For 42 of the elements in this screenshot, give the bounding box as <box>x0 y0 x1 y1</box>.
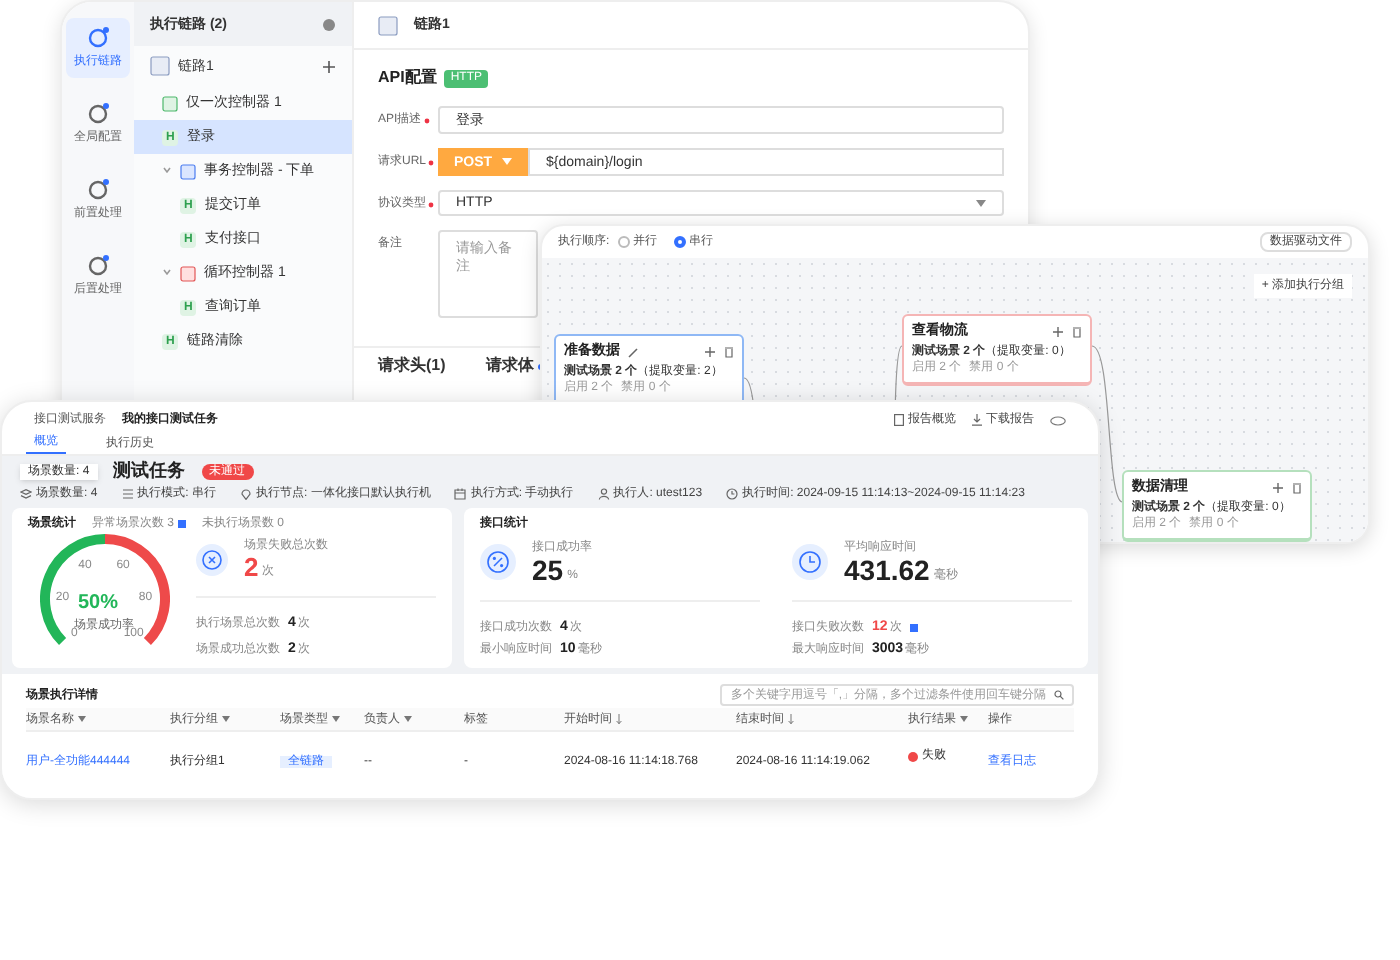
trash-icon[interactable] <box>1292 482 1302 495</box>
gauge-value: 50% <box>78 592 119 616</box>
filter-icon[interactable] <box>78 715 86 723</box>
clock-icon <box>726 488 739 500</box>
stat-value: 25 <box>532 556 564 584</box>
calendar-icon <box>454 488 467 500</box>
controller-icon <box>162 95 178 111</box>
request-tab[interactable]: 请求头(1) <box>378 356 446 376</box>
controller-icon <box>180 265 196 281</box>
error-icon <box>908 751 918 761</box>
caret-icon <box>976 199 986 207</box>
percent-icon <box>480 544 516 580</box>
stat-value: 431.62 <box>844 556 930 584</box>
caret-icon[interactable] <box>162 268 172 278</box>
section-title: API配置 <box>378 66 437 90</box>
caret-icon <box>502 158 512 166</box>
plus-icon[interactable] <box>322 59 336 73</box>
plus-icon[interactable] <box>1052 326 1064 339</box>
close-circle-icon <box>196 543 228 575</box>
sort-icon[interactable] <box>788 714 794 724</box>
pencil-icon[interactable] <box>628 347 638 358</box>
list-icon <box>121 488 134 500</box>
layers-icon <box>20 488 32 500</box>
document-icon <box>894 414 904 426</box>
trash-icon[interactable] <box>1072 326 1082 339</box>
filter-icon[interactable] <box>960 715 968 723</box>
filter-icon[interactable] <box>404 715 412 723</box>
controller-icon <box>180 163 196 179</box>
search-icon[interactable] <box>1054 690 1064 700</box>
plus-icon[interactable] <box>1272 482 1284 495</box>
filter-icon[interactable] <box>332 715 340 723</box>
caret-icon[interactable] <box>162 166 172 176</box>
trash-icon[interactable] <box>724 346 734 359</box>
eye-icon[interactable] <box>1050 415 1066 425</box>
filter-icon[interactable] <box>222 715 230 723</box>
pin-icon <box>240 488 253 500</box>
sort-icon[interactable] <box>616 714 622 724</box>
download-icon <box>972 414 982 426</box>
user-icon <box>597 488 610 500</box>
task-title: 测试任务 <box>113 460 186 482</box>
plus-icon[interactable] <box>704 346 716 359</box>
clock-icon <box>792 544 828 580</box>
